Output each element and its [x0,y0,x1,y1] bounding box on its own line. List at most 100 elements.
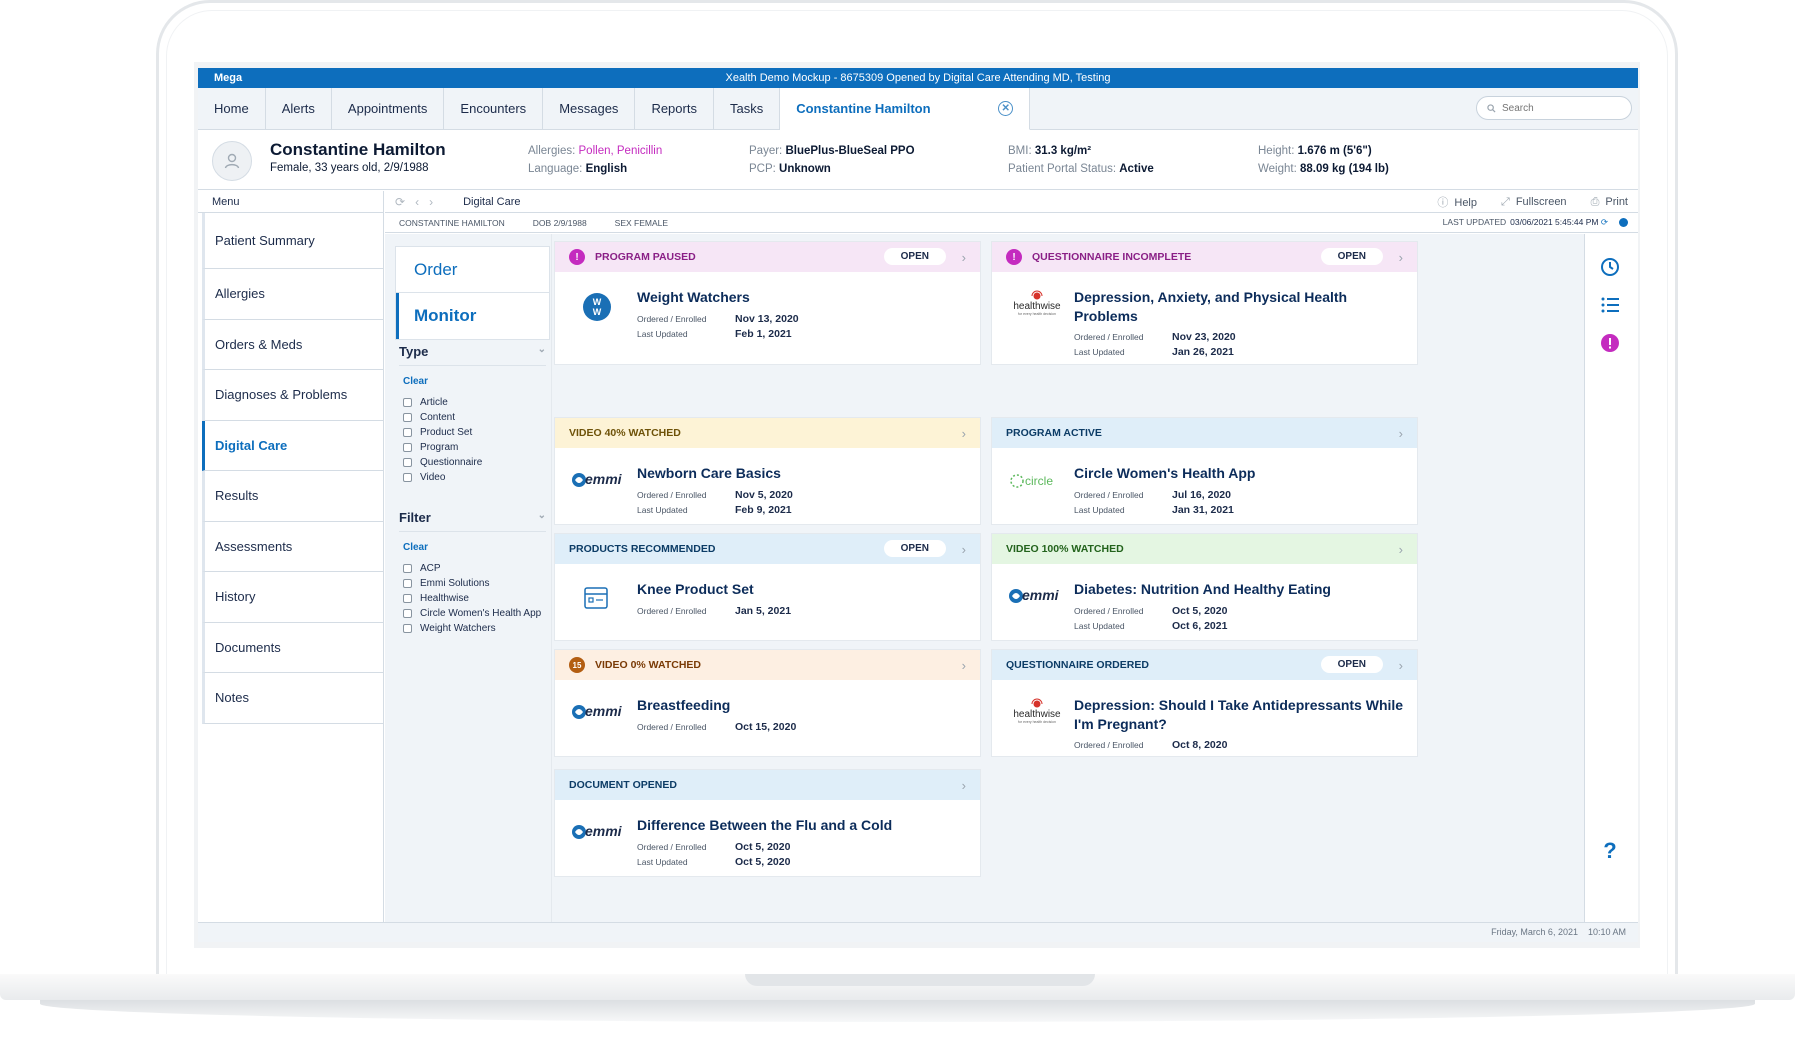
sidebar-item-assessments[interactable]: Assessments [202,521,383,572]
tab-alerts[interactable]: Alerts [266,88,332,129]
open-button[interactable]: Open [883,248,946,265]
monitor-card[interactable]: ! PROGRAM PAUSED Open › WW Weight Watche… [554,241,981,365]
type-filter-header[interactable]: Type ⌄ [399,344,546,366]
alert-icon[interactable] [1599,332,1621,354]
checkbox[interactable] [403,564,412,573]
monitor-tab[interactable]: Monitor [396,293,549,339]
height-value: 1.676 m (5'6") [1297,145,1372,157]
filter-option-weight-watchers[interactable]: Weight Watchers [403,621,546,636]
type-option-questionnaire[interactable]: Questionnaire [403,455,546,470]
checkbox[interactable] [403,609,412,618]
tab-encounters[interactable]: Encounters [444,88,544,129]
chevron-right-icon[interactable]: › [962,658,966,673]
tab-appointments[interactable]: Appointments [332,88,445,129]
open-button[interactable]: Open [883,540,946,557]
monitor-card[interactable]: PRODUCTS RECOMMENDED Open › Knee Product… [554,533,981,641]
close-icon[interactable]: ✕ [998,101,1014,116]
search-box[interactable] [1476,96,1632,120]
open-button[interactable]: Open [1320,248,1383,265]
tab-patient[interactable]: Constantine Hamilton ✕ [780,88,1031,130]
chevron-right-icon[interactable]: › [962,778,966,793]
monitor-card[interactable]: DOCUMENT OPENED › emmi Difference Betwee… [554,769,981,877]
option-label: Circle Women's Health App [420,608,542,619]
type-option-product-set[interactable]: Product Set [403,425,546,440]
filter-option-acp[interactable]: ACP [403,561,546,576]
chevron-right-icon[interactable]: › [1399,250,1403,265]
type-clear-link[interactable]: Clear [403,376,546,387]
filter-clear-link[interactable]: Clear [403,542,546,553]
monitor-card[interactable]: VIDEO 40% WATCHED › emmi Newborn Care Ba… [554,417,981,525]
card-title[interactable]: Circle Women's Health App [1074,464,1404,483]
chevron-right-icon[interactable]: › [962,542,966,557]
checkbox[interactable] [403,579,412,588]
open-button[interactable]: Open [1320,656,1383,673]
card-title[interactable]: Depression: Should I Take Antidepressant… [1074,696,1404,734]
tab-home[interactable]: Home [198,88,266,129]
filter-option-healthwise[interactable]: Healthwise [403,591,546,606]
updated-date: Feb 9, 2021 [735,504,792,516]
card-title[interactable]: Weight Watchers [637,288,967,307]
chevron-right-icon[interactable]: › [1399,658,1403,673]
monitor-card[interactable]: QUESTIONNAIRE ORDERED Open › healthwise f… [991,649,1418,757]
help-question-icon[interactable]: ? [1599,838,1621,863]
sidebar-item-label: Allergies [215,286,265,302]
monitor-card[interactable]: 15 VIDEO 0% WATCHED › emmi Breastfeeding… [554,649,981,757]
filter-option-emmi[interactable]: Emmi Solutions [403,576,546,591]
card-title[interactable]: Depression, Anxiety, and Physical Health… [1074,288,1404,326]
sidebar-item-orders-meds[interactable]: Orders & Meds [202,319,383,370]
sidebar-item-patient-summary[interactable]: Patient Summary [202,213,383,269]
tab-messages[interactable]: Messages [543,88,636,129]
updated-label: Last Updated [637,505,688,515]
forward-arrow-icon[interactable]: › [429,195,443,209]
sidebar-item-documents[interactable]: Documents [202,622,383,673]
refresh-icon[interactable]: ⟳ [1601,217,1608,227]
card-title[interactable]: Breastfeeding [637,696,967,715]
back-arrow-icon[interactable]: ‹ [415,195,429,209]
filter-panel: Order Monitor Type ⌄ Clear Article Conten… [385,234,552,942]
chevron-right-icon[interactable]: › [962,426,966,441]
info-icon[interactable] [1619,218,1628,227]
card-title[interactable]: Difference Between the Flu and a Cold [637,816,967,835]
filter-option-circle[interactable]: Circle Women's Health App [403,606,546,621]
chevron-right-icon[interactable]: › [1399,542,1403,557]
sidebar-item-digital-care[interactable]: Digital Care [202,420,383,471]
print-button[interactable]: ⎙ Print [1591,196,1628,209]
tab-reports[interactable]: Reports [635,88,714,129]
card-title[interactable]: Newborn Care Basics [637,464,967,483]
sidebar-item-allergies[interactable]: Allergies [202,269,383,320]
monitor-card[interactable]: PROGRAM ACTIVE › circle Circle Women's H… [991,417,1418,525]
tab-tasks[interactable]: Tasks [714,88,781,129]
card-status: DOCUMENT OPENED [569,779,677,791]
monitor-card[interactable]: ! QUESTIONNAIRE INCOMPLETE Open › health… [991,241,1418,365]
card-title[interactable]: Diabetes: Nutrition And Healthy Eating [1074,580,1404,599]
ordered-label: Ordered / Enrolled [637,722,707,732]
sidebar-item-notes[interactable]: Notes [202,673,383,724]
sidebar-item-history[interactable]: History [202,572,383,623]
monitor-card[interactable]: VIDEO 100% WATCHED › emmi Diabetes: Nutr… [991,533,1418,641]
type-option-content[interactable]: Content [403,410,546,425]
type-option-program[interactable]: Program [403,440,546,455]
sidebar-item-results[interactable]: Results [202,471,383,522]
chevron-right-icon[interactable]: › [1399,426,1403,441]
type-option-video[interactable]: Video [403,470,546,485]
type-option-article[interactable]: Article [403,395,546,410]
list-icon[interactable] [1599,294,1621,316]
checkbox[interactable] [403,443,412,452]
refresh-icon[interactable]: ⟳ [395,195,415,209]
search-input[interactable] [1502,102,1612,114]
checkbox[interactable] [403,428,412,437]
history-clock-icon[interactable] [1599,256,1621,278]
checkbox[interactable] [403,473,412,482]
chevron-right-icon[interactable]: › [962,250,966,265]
checkbox[interactable] [403,594,412,603]
order-tab[interactable]: Order [396,247,549,293]
checkbox[interactable] [403,624,412,633]
sidebar-item-diagnoses[interactable]: Diagnoses & Problems [202,370,383,421]
checkbox[interactable] [403,398,412,407]
fullscreen-button[interactable]: ⤢ Fullscreen [1501,196,1567,209]
checkbox[interactable] [403,458,412,467]
checkbox[interactable] [403,413,412,422]
source-filter-header[interactable]: Filter ⌄ [399,510,546,532]
help-button[interactable]: ⓘ Help [1437,194,1477,210]
card-title[interactable]: Knee Product Set [637,580,967,599]
